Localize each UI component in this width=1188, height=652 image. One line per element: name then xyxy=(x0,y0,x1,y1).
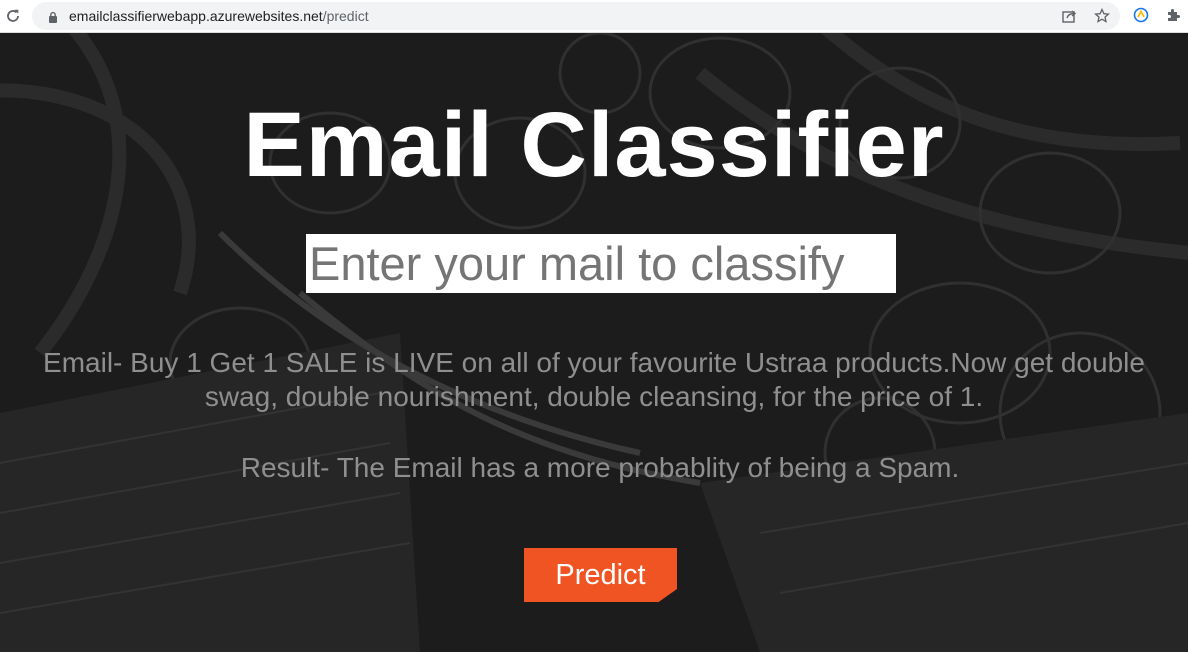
extension-icon[interactable] xyxy=(1131,5,1151,25)
url-host: emailclassifierwebapp.azurewebsites.net xyxy=(69,8,323,24)
browser-toolbar: emailclassifierwebapp.azurewebsites.net/… xyxy=(0,0,1188,33)
star-icon[interactable] xyxy=(1092,6,1112,26)
email-input[interactable] xyxy=(306,234,896,293)
reload-icon[interactable] xyxy=(2,5,24,27)
url-path: /predict xyxy=(322,8,369,24)
predict-button[interactable]: Predict xyxy=(524,548,677,602)
url-text[interactable]: emailclassifierwebapp.azurewebsites.net/… xyxy=(69,8,369,24)
puzzle-icon[interactable] xyxy=(1163,5,1183,25)
page-content: Email Classifier Email- Buy 1 Get 1 SALE… xyxy=(0,33,1188,652)
address-bar[interactable]: emailclassifierwebapp.azurewebsites.net/… xyxy=(32,2,1120,30)
result-text: Result- The Email has a more probablity … xyxy=(240,452,960,483)
lock-icon[interactable] xyxy=(47,10,59,23)
share-icon[interactable] xyxy=(1059,6,1079,26)
page-title: Email Classifier xyxy=(243,94,945,196)
email-text: Email- Buy 1 Get 1 SALE is LIVE on all o… xyxy=(43,347,1145,412)
